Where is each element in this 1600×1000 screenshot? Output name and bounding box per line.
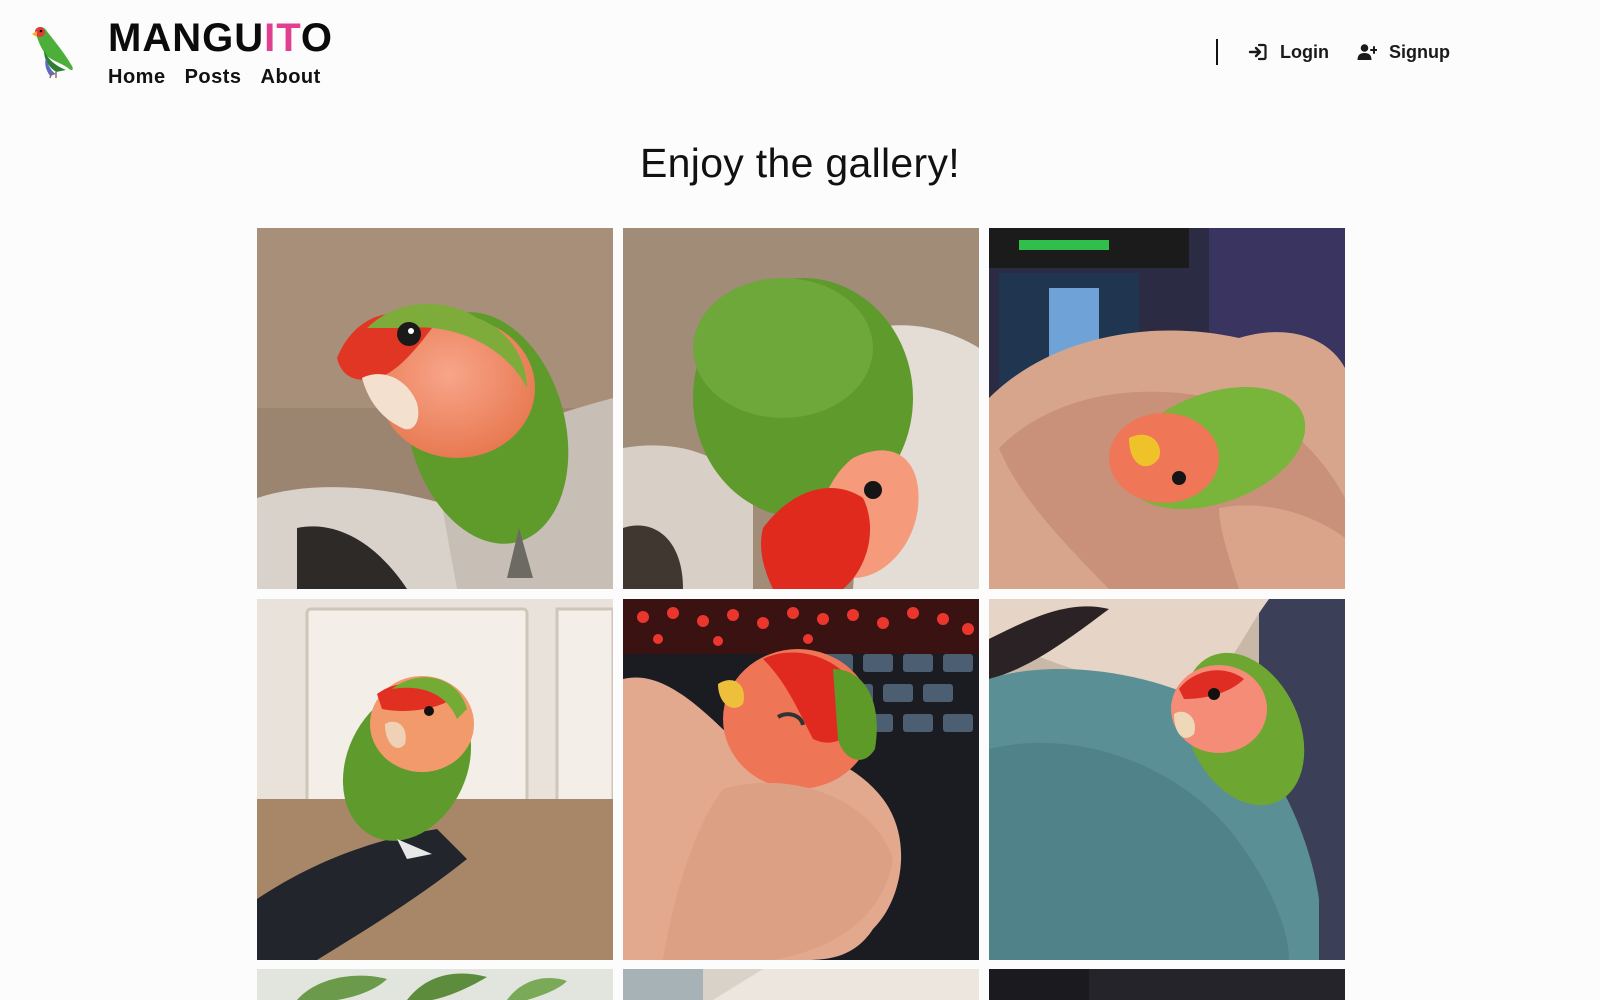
gallery-photo[interactable] — [989, 228, 1345, 589]
nav-posts[interactable]: Posts — [185, 66, 242, 89]
gallery-photo[interactable] — [257, 969, 613, 1000]
brand-block: MANGUITO Home Posts About — [108, 14, 333, 89]
signup-label: Signup — [1389, 41, 1450, 62]
signup-link[interactable]: Signup — [1357, 42, 1450, 63]
nav-home[interactable]: Home — [108, 66, 166, 89]
gallery-photo[interactable] — [989, 599, 1345, 960]
site-title-part1: MANGU — [108, 16, 265, 60]
site-title-accent: IT — [264, 16, 301, 60]
gallery-photo[interactable] — [623, 969, 979, 1000]
site-title-part2: O — [300, 16, 334, 60]
gallery-photo[interactable] — [989, 969, 1345, 1000]
gallery-photo[interactable] — [623, 228, 979, 589]
login-icon — [1248, 43, 1267, 61]
parrot-logo-icon[interactable] — [26, 20, 82, 80]
gallery-photo[interactable] — [257, 599, 613, 960]
page-title: Enjoy the gallery! — [640, 140, 960, 186]
nav-about[interactable]: About — [261, 66, 321, 89]
site-header: MANGUITO Home Posts About Login Signup — [0, 0, 1600, 110]
user-plus-icon — [1357, 44, 1377, 60]
login-label: Login — [1280, 41, 1329, 62]
auth-divider — [1216, 39, 1219, 65]
site-title[interactable]: MANGUITO — [108, 14, 333, 62]
gallery-photo[interactable] — [257, 228, 613, 589]
gallery-row-partial — [257, 969, 1345, 1000]
photo-gallery — [257, 228, 1345, 960]
gallery-photo[interactable] — [623, 599, 979, 960]
login-link[interactable]: Login — [1248, 42, 1329, 63]
main-nav: Home Posts About — [108, 66, 333, 89]
auth-links: Login Signup — [1216, 38, 1450, 66]
